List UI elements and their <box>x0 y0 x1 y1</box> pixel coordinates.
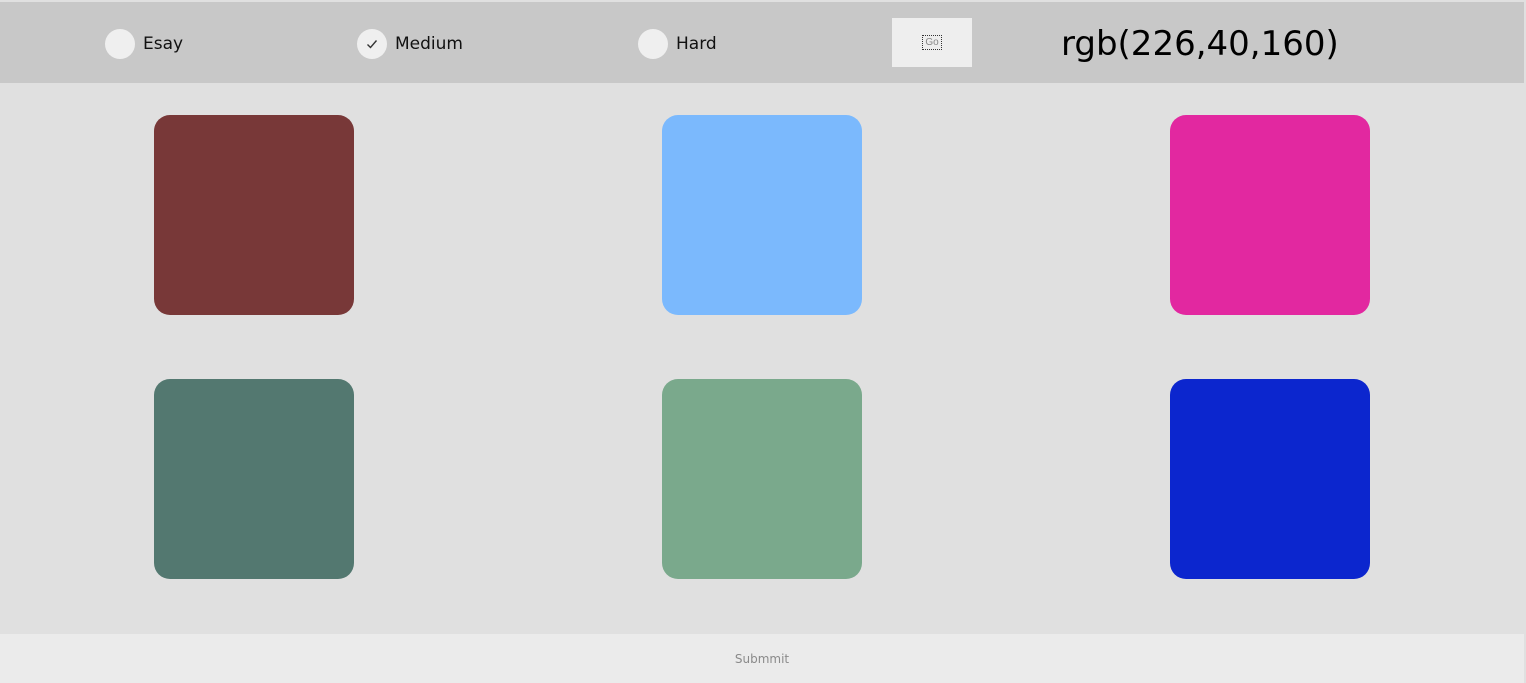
color-swatch-4[interactable] <box>154 379 354 579</box>
color-swatch-2[interactable] <box>662 115 862 315</box>
target-color-text: rgb(226,40,160) <box>1061 24 1339 64</box>
top-bar: Esay Medium Hard Go rgb(226,40,160) <box>0 2 1524 83</box>
color-swatch-3[interactable] <box>1170 115 1370 315</box>
submit-button[interactable]: Submmit <box>727 648 797 670</box>
mode-label-hard: Hard <box>676 34 717 54</box>
footer-bar: Submmit <box>0 634 1524 683</box>
color-swatch-1[interactable] <box>154 115 354 315</box>
color-swatch-6[interactable] <box>1170 379 1370 579</box>
color-swatch-5[interactable] <box>662 379 862 579</box>
mode-option-easy[interactable]: Esay <box>105 28 183 60</box>
radio-medium[interactable] <box>357 29 387 59</box>
go-button[interactable]: Go <box>892 18 972 67</box>
radio-easy[interactable] <box>105 29 135 59</box>
radio-hard[interactable] <box>638 29 668 59</box>
mode-option-hard[interactable]: Hard <box>638 28 717 60</box>
swatch-grid <box>0 83 1524 634</box>
go-button-label: Go <box>922 35 942 50</box>
mode-label-medium: Medium <box>395 34 463 54</box>
color-game-page: Esay Medium Hard Go rgb(226,40,160) Subm… <box>0 0 1526 683</box>
check-icon <box>367 40 378 49</box>
mode-option-medium[interactable]: Medium <box>357 28 463 60</box>
mode-label-easy: Esay <box>143 34 184 54</box>
